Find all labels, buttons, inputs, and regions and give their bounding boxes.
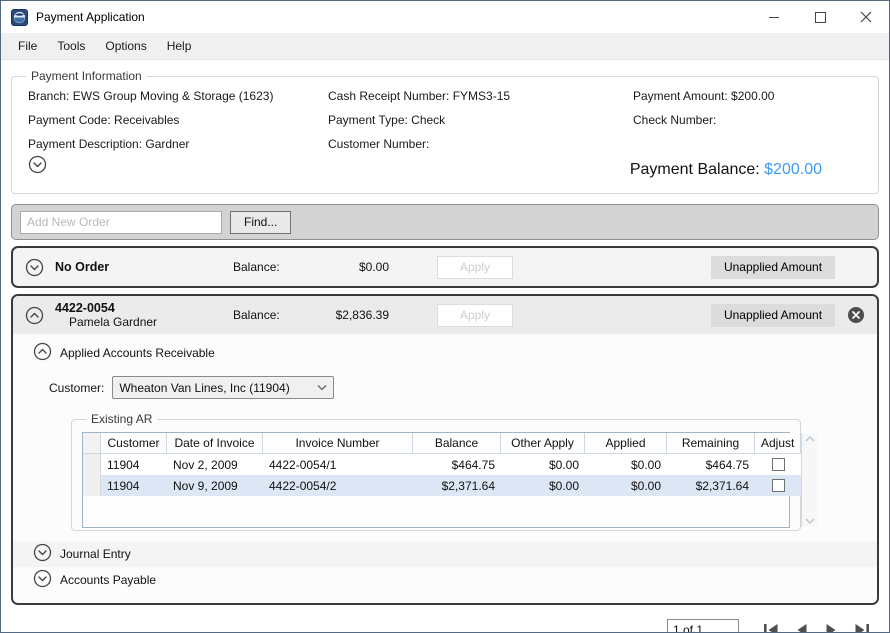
no-order-balance-value: $0.00: [309, 260, 389, 274]
existing-ar-label: Existing AR: [86, 412, 157, 426]
add-order-bar: Find...: [11, 204, 879, 240]
payment-description-field: Payment Description: Gardner: [28, 137, 328, 151]
customer-dropdown[interactable]: Wheaton Van Lines, Inc (11904): [112, 376, 334, 399]
order-card-no-order: No Order Balance: $0.00 Apply Unapplied …: [11, 246, 879, 288]
maximize-button[interactable]: [797, 1, 843, 33]
order-apply-button[interactable]: Apply: [437, 304, 513, 327]
col-header-balance[interactable]: Balance: [413, 433, 501, 454]
payment-code-field: Payment Code: Receivables: [28, 113, 328, 127]
window-title: Payment Application: [36, 10, 145, 24]
menu-tools[interactable]: Tools: [48, 35, 94, 57]
payment-type-field: Payment Type: Check: [328, 113, 633, 127]
grid-header-row: Customer Date of Invoice Invoice Number …: [83, 433, 801, 454]
menu-bar: File Tools Options Help: [1, 33, 889, 60]
order-unapplied-amount-button[interactable]: Unapplied Amount: [711, 304, 835, 327]
journal-entry-label: Journal Entry: [60, 547, 131, 561]
applied-ar-label: Applied Accounts Receivable: [60, 346, 215, 360]
no-order-unapplied-amount-button[interactable]: Unapplied Amount: [711, 256, 835, 279]
order-customer-name: Pamela Gardner: [69, 315, 233, 329]
payment-info-expand-icon[interactable]: [28, 155, 47, 179]
payment-balance-value: $200.00: [764, 161, 822, 178]
order-card-4422-0054: 4422-0054 Pamela Gardner Balance: $2,836…: [11, 294, 879, 605]
cash-receipt-field: Cash Receipt Number: FYMS3-15: [328, 89, 633, 103]
first-page-button[interactable]: [759, 620, 783, 633]
menu-file[interactable]: File: [9, 35, 46, 57]
row-selector[interactable]: [83, 475, 101, 496]
col-header-customer[interactable]: Customer: [101, 433, 167, 454]
cell-customer: 11904: [101, 454, 167, 475]
scroll-up-icon[interactable]: [805, 436, 815, 442]
customer-dropdown-value: Wheaton Van Lines, Inc (11904): [119, 381, 317, 395]
accounts-payable-expand-icon[interactable]: [33, 569, 52, 591]
order-balance-value: $2,836.39: [309, 308, 389, 322]
col-header-other-apply[interactable]: Other Apply: [501, 433, 585, 454]
no-order-balance-label: Balance:: [233, 260, 309, 274]
payment-balance-label: Payment Balance:: [630, 161, 764, 178]
col-header-applied[interactable]: Applied: [585, 433, 667, 454]
cell-date: Nov 9, 2009: [167, 475, 263, 496]
no-order-apply-button[interactable]: Apply: [437, 256, 513, 279]
previous-page-button[interactable]: [789, 620, 813, 633]
chevron-down-icon: [317, 384, 327, 391]
find-button[interactable]: Find...: [230, 211, 291, 234]
menu-options[interactable]: Options: [96, 35, 155, 57]
close-button[interactable]: [843, 1, 889, 33]
pager: [11, 619, 879, 633]
cell-balance: $464.75: [413, 454, 501, 475]
accounts-payable-label: Accounts Payable: [60, 573, 156, 587]
app-icon: [11, 9, 28, 26]
cell-remaining: $464.75: [667, 454, 755, 475]
check-number-field: Check Number:: [633, 113, 862, 127]
journal-entry-expand-icon[interactable]: [33, 543, 52, 565]
page-number-input[interactable]: [667, 619, 739, 633]
scroll-down-icon[interactable]: [805, 518, 815, 524]
payment-application-window: Payment Application File Tools Options H…: [0, 0, 890, 633]
cell-balance: $2,371.64: [413, 475, 501, 496]
col-header-invoice-number[interactable]: Invoice Number: [263, 433, 413, 454]
no-order-expand-icon[interactable]: [25, 258, 45, 277]
cell-other-apply: $0.00: [501, 454, 585, 475]
title-bar: Payment Application: [1, 1, 889, 33]
applied-ar-collapse-icon[interactable]: [33, 342, 52, 364]
no-order-title: No Order: [55, 260, 109, 274]
existing-ar-grid: Customer Date of Invoice Invoice Number …: [82, 432, 790, 528]
table-row[interactable]: 11904 Nov 2, 2009 4422-0054/1 $464.75 $0…: [83, 454, 801, 475]
customer-number-field: Customer Number:: [328, 137, 633, 151]
adjust-checkbox[interactable]: [772, 458, 785, 471]
existing-ar-group: Existing AR Customer Date of Invoice Inv…: [71, 419, 801, 531]
order-balance-label: Balance:: [233, 308, 309, 322]
remove-order-icon[interactable]: [847, 306, 865, 324]
minimize-button[interactable]: [751, 1, 797, 33]
col-header-date-of-invoice[interactable]: Date of Invoice: [167, 433, 263, 454]
last-page-button[interactable]: [849, 620, 873, 633]
grid-scrollbar[interactable]: [801, 433, 817, 527]
cell-remaining: $2,371.64: [667, 475, 755, 496]
branch-field: Branch: EWS Group Moving & Storage (1623…: [28, 89, 328, 103]
col-header-adjust[interactable]: Adjust: [755, 433, 801, 454]
order-number: 4422-0054: [55, 301, 233, 315]
accounts-payable-section: Accounts Payable: [13, 567, 877, 593]
cell-applied: $0.00: [585, 475, 667, 496]
cell-date: Nov 2, 2009: [167, 454, 263, 475]
table-row[interactable]: 11904 Nov 9, 2009 4422-0054/2 $2,371.64 …: [83, 475, 801, 496]
cell-invoice: 4422-0054/1: [263, 454, 413, 475]
customer-label: Customer:: [49, 381, 104, 395]
journal-entry-section: Journal Entry: [13, 541, 877, 567]
menu-help[interactable]: Help: [158, 35, 201, 57]
col-header-remaining[interactable]: Remaining: [667, 433, 755, 454]
payment-balance: Payment Balance: $200.00: [630, 161, 822, 179]
adjust-checkbox[interactable]: [772, 479, 785, 492]
next-page-button[interactable]: [819, 620, 843, 633]
cell-invoice: 4422-0054/2: [263, 475, 413, 496]
cell-customer: 11904: [101, 475, 167, 496]
payment-information-label: Payment Information: [26, 69, 147, 83]
cell-other-apply: $0.00: [501, 475, 585, 496]
order-collapse-icon[interactable]: [25, 306, 45, 325]
payment-information-group: Payment Information Branch: EWS Group Mo…: [11, 76, 879, 194]
cell-applied: $0.00: [585, 454, 667, 475]
payment-amount-field: Payment Amount: $200.00: [633, 89, 862, 103]
row-selector[interactable]: [83, 454, 101, 475]
add-new-order-input[interactable]: [20, 211, 222, 234]
